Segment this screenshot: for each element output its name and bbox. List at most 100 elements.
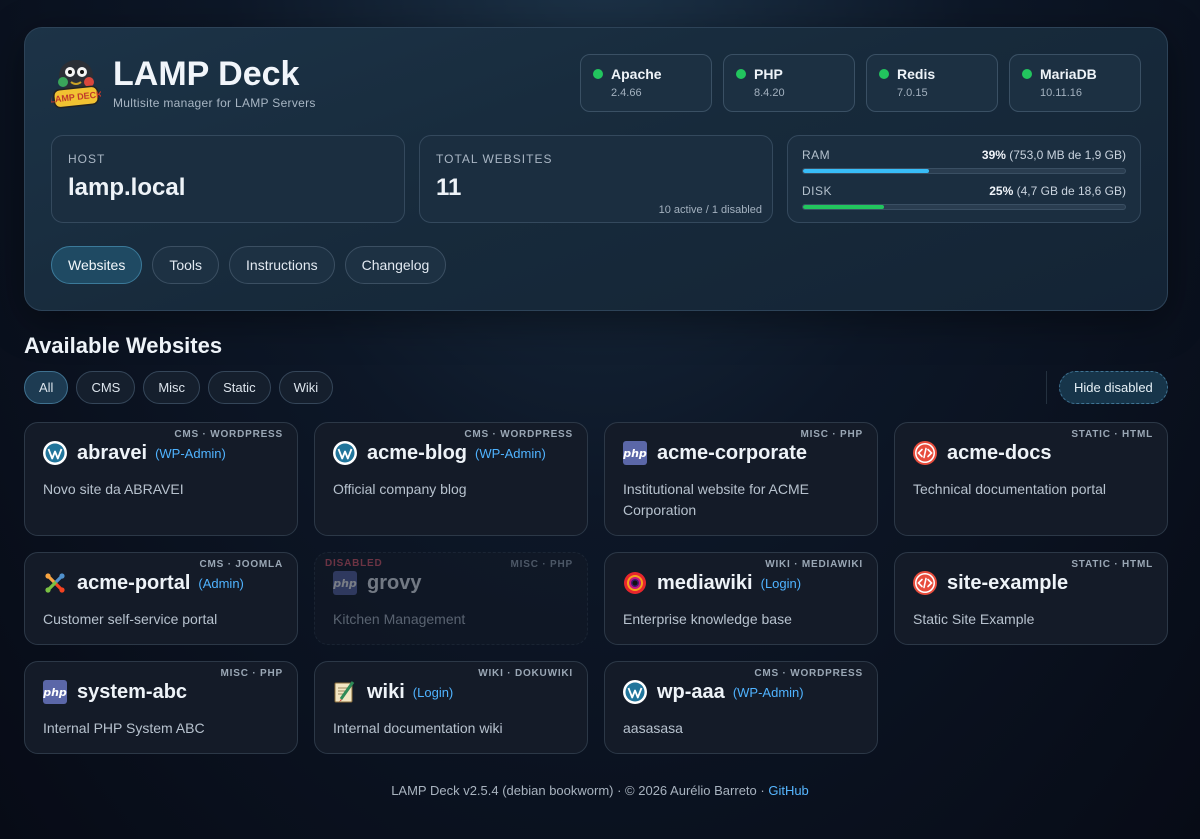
website-card-system-abc[interactable]: MISC · PHP php system-abc Internal PHP Syst… xyxy=(24,661,298,754)
service-mariadb: MariaDB 10.11.16 xyxy=(1009,54,1141,112)
admin-link[interactable]: (WP-Admin) xyxy=(155,446,226,461)
service-version: 7.0.15 xyxy=(897,87,928,99)
website-card-acme-docs[interactable]: STATIC · HTML acme-docs Technical document… xyxy=(894,422,1168,536)
category-tag: CMS · WORDPRESS xyxy=(464,429,573,440)
website-name[interactable]: abravei xyxy=(77,442,147,465)
website-card-acme-corporate[interactable]: MISC · PHP php acme-corporate Institutional… xyxy=(604,422,878,536)
website-description: Technical documentation portal xyxy=(913,481,1107,497)
category-tag: MISC · PHP xyxy=(220,668,283,679)
resources-card: RAM 39% (753,0 MB de 1,9 GB) DISK 25% (4… xyxy=(787,135,1141,223)
status-dot-icon xyxy=(1022,69,1032,79)
service-apache: Apache 2.4.66 xyxy=(580,54,712,112)
tab-websites[interactable]: Websites xyxy=(51,246,143,284)
category-tag: MISC · PHP xyxy=(510,559,573,570)
service-name: Apache xyxy=(611,66,662,82)
total-websites-card: TOTAL WEBSITES 11 10 active / 1 disabled xyxy=(419,135,773,223)
website-card-grovy[interactable]: DISABLED MISC · PHP php grovy Kitchen Manage… xyxy=(314,552,588,645)
tab-changelog[interactable]: Changelog xyxy=(344,246,447,284)
ram-label: RAM xyxy=(802,148,831,162)
website-name[interactable]: acme-docs xyxy=(947,442,1052,465)
website-name[interactable]: site-example xyxy=(947,572,1068,595)
service-version: 10.11.16 xyxy=(1040,87,1083,99)
service-name: PHP xyxy=(754,66,783,82)
category-tag: STATIC · HTML xyxy=(1071,559,1153,570)
website-card-mediawiki[interactable]: WIKI · MEDIAWIKI mediawiki (Login) Enterpri… xyxy=(604,552,878,645)
status-dot-icon xyxy=(736,69,746,79)
website-card-wiki[interactable]: WIKI · DOKUWIKI wiki (Login) Internal docum… xyxy=(314,661,588,754)
divider xyxy=(1046,371,1047,404)
disk-label: DISK xyxy=(802,184,833,198)
website-name[interactable]: wp-aaa xyxy=(657,681,725,704)
website-description: Internal PHP System ABC xyxy=(43,720,205,736)
brand: LAMP DECK LAMP Deck Multisite manager fo… xyxy=(51,54,316,110)
dokuwiki-icon xyxy=(333,680,357,704)
status-dot-icon xyxy=(593,69,603,79)
category-tag: CMS · JOOMLA xyxy=(199,559,283,570)
header-panel: LAMP DECK LAMP Deck Multisite manager fo… xyxy=(24,27,1168,311)
tab-tools[interactable]: Tools xyxy=(152,246,220,284)
filter-cms[interactable]: CMS xyxy=(76,371,136,404)
filter-all[interactable]: All xyxy=(24,371,69,404)
website-card-acme-portal[interactable]: CMS · JOOMLA acme-portal (Admin) Customer s… xyxy=(24,552,298,645)
tab-instructions[interactable]: Instructions xyxy=(229,246,335,284)
wordpress-icon xyxy=(333,441,357,465)
category-tag: MISC · PHP xyxy=(800,429,863,440)
app-title: LAMP Deck xyxy=(113,55,300,93)
service-redis: Redis 7.0.15 xyxy=(866,54,998,112)
section-title: Available Websites xyxy=(24,333,223,358)
admin-link[interactable]: (WP-Admin) xyxy=(733,685,804,700)
website-card-abravei[interactable]: CMS · WORDPRESS abravei (WP-Admin) Novo sit… xyxy=(24,422,298,536)
ram-detail: 39% (753,0 MB de 1,9 GB) xyxy=(981,148,1126,162)
website-card-wp-aaa[interactable]: CMS · WORDPRESS wp-aaa (WP-Admin) aasasasa xyxy=(604,661,878,754)
website-name[interactable]: acme-portal xyxy=(77,572,190,595)
website-description: Kitchen Management xyxy=(333,611,466,627)
hide-disabled-button[interactable]: Hide disabled xyxy=(1059,371,1168,404)
filter-wiki[interactable]: Wiki xyxy=(278,371,334,404)
disabled-badge: DISABLED xyxy=(325,558,383,569)
disk-detail: 25% (4,7 GB de 18,6 GB) xyxy=(989,184,1126,198)
admin-link[interactable]: (Login) xyxy=(761,576,801,591)
disk-bar xyxy=(802,204,1126,210)
website-description: aasasasa xyxy=(623,720,683,736)
filter-static[interactable]: Static xyxy=(208,371,271,404)
website-name[interactable]: grovy xyxy=(367,572,421,595)
lamp-deck-logo: LAMP DECK xyxy=(51,60,101,109)
website-name[interactable]: acme-corporate xyxy=(657,442,807,465)
main-tabs: Websites Tools Instructions Changelog xyxy=(51,246,447,284)
total-value: 11 xyxy=(436,174,462,201)
total-label: TOTAL WEBSITES xyxy=(436,152,553,166)
admin-link[interactable]: (WP-Admin) xyxy=(475,446,546,461)
filter-misc[interactable]: Misc xyxy=(143,371,201,404)
website-name[interactable]: wiki xyxy=(367,681,405,704)
service-status-list: Apache 2.4.66 PHP 8.4.20 Redis 7.0.15 Ma… xyxy=(580,54,1141,112)
category-tag: CMS · WORDPRESS xyxy=(174,429,283,440)
svg-text:php: php xyxy=(623,447,647,460)
website-description: Institutional website for ACME Corporati… xyxy=(623,481,809,518)
website-card-site-example[interactable]: STATIC · HTML site-example Static Site Exa… xyxy=(894,552,1168,645)
php-icon: php xyxy=(622,441,647,465)
github-link[interactable]: GitHub xyxy=(768,783,808,798)
service-version: 8.4.20 xyxy=(754,87,785,99)
footer: LAMP Deck v2.5.4 (debian bookworm) · © 2… xyxy=(0,783,1200,798)
mediawiki-icon xyxy=(623,571,647,595)
host-value: lamp.local xyxy=(68,174,186,201)
website-card-acme-blog[interactable]: CMS · WORDPRESS acme-blog (WP-Admin) Offici… xyxy=(314,422,588,536)
host-label: HOST xyxy=(68,152,106,166)
website-description: Novo site da ABRAVEI xyxy=(43,481,184,497)
website-name[interactable]: acme-blog xyxy=(367,442,467,465)
website-description: Customer self-service portal xyxy=(43,611,218,627)
html-code-icon xyxy=(913,441,937,465)
website-name[interactable]: mediawiki xyxy=(657,572,753,595)
service-name: Redis xyxy=(897,66,936,82)
svg-text:php: php xyxy=(43,686,67,699)
admin-link[interactable]: (Login) xyxy=(413,685,453,700)
html-code-icon xyxy=(913,571,937,595)
footer-text: LAMP Deck v2.5.4 (debian bookworm) · © 2… xyxy=(391,783,769,798)
website-description: Official company blog xyxy=(333,481,467,497)
category-tag: CMS · WORDPRESS xyxy=(754,668,863,679)
admin-link[interactable]: (Admin) xyxy=(198,576,244,591)
website-name[interactable]: system-abc xyxy=(77,681,187,704)
disk-bar-fill xyxy=(803,205,884,209)
svg-text:php: php xyxy=(333,577,357,590)
category-tag: WIKI · MEDIAWIKI xyxy=(765,559,863,570)
